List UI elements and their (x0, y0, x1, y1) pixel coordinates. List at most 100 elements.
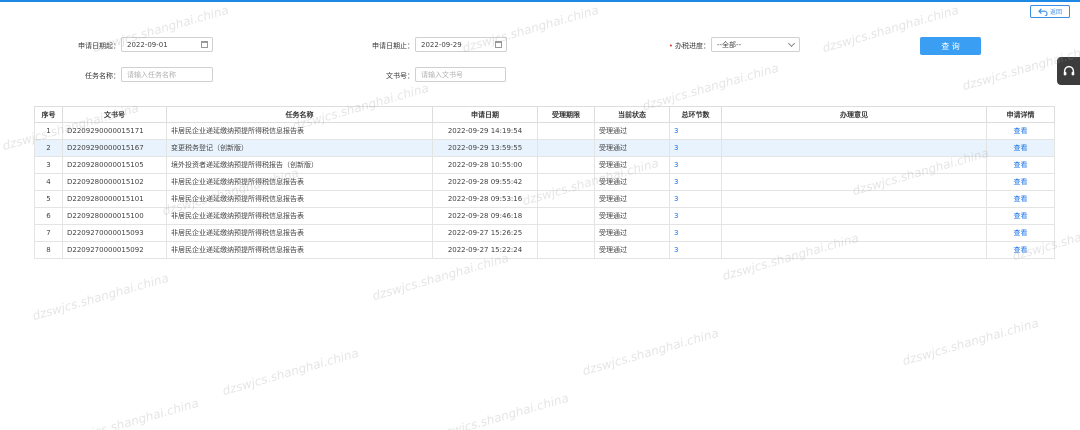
status-select-value: --全部-- (717, 40, 742, 49)
table-header-row: 序号 文书号 任务名称 申请日期 受理期限 当前状态 总环节数 办理意见 申请详… (34, 106, 1055, 123)
cell-status: 受理通过 (594, 122, 670, 140)
support-widget[interactable] (1057, 57, 1080, 85)
doc-no-input[interactable]: 请输入文书号 (415, 67, 506, 82)
back-button[interactable]: 返回 (1030, 5, 1070, 18)
start-date-field[interactable]: 2022-09-01 (121, 37, 213, 52)
status-select[interactable]: --全部-- (711, 37, 800, 52)
task-name-label: 任务名称： (85, 72, 120, 80)
start-date-label: 申请日期起： (78, 42, 120, 50)
cell-opinion (721, 156, 987, 174)
cell-date: 2022-09-27 15:26:25 (432, 224, 538, 242)
end-date-label: 申请日期止： (372, 42, 414, 50)
cell-task: 非居民企业递延缴纳预提所得税信息报告表 (166, 207, 433, 225)
cell-no: 5 (34, 190, 63, 208)
cell-doc: D2209280000015105 (62, 156, 167, 174)
cell-deadline (537, 122, 595, 140)
cell-doc: D2209270000015092 (62, 241, 167, 259)
table-row[interactable]: 1 D2209290000015171 非居民企业递延缴纳预提所得税信息报告表 202… (34, 122, 1055, 140)
column-header: 申请日期 (432, 106, 538, 123)
cell-no: 4 (34, 173, 63, 191)
column-header: 申请详情 (986, 106, 1055, 123)
results-table: 序号 文书号 任务名称 申请日期 受理期限 当前状态 总环节数 办理意见 申请详… (34, 106, 1055, 259)
cell-date: 2022-09-28 09:53:16 (432, 190, 538, 208)
back-label: 返回 (1049, 9, 1062, 16)
cell-date: 2022-09-28 09:55:42 (432, 173, 538, 191)
view-detail-link[interactable]: 查看 (986, 156, 1055, 174)
table-row[interactable]: 7 D2209270000015093 非居民企业递延缴纳预提所得税信息报告表 202… (34, 224, 1055, 242)
cell-deadline (537, 139, 595, 157)
table-row[interactable]: 2 D2209290000015167 变更税务登记（创新版） 2022-09-29 … (34, 139, 1055, 157)
cell-opinion (721, 224, 987, 242)
cell-doc: D2209280000015100 (62, 207, 167, 225)
view-detail-link[interactable]: 查看 (986, 122, 1055, 140)
cell-task: 变更税务登记（创新版） (166, 139, 433, 157)
watermark-text: dzswjcs.shanghai.china (30, 270, 171, 324)
view-detail-link[interactable]: 查看 (986, 224, 1055, 242)
cell-date: 2022-09-27 15:22:24 (432, 241, 538, 259)
column-header: 当前状态 (594, 106, 670, 123)
view-detail-link[interactable]: 查看 (986, 173, 1055, 191)
column-header: 受理期限 (537, 106, 595, 123)
cell-deadline (537, 224, 595, 242)
cell-steps: 3 (669, 224, 722, 242)
cell-steps: 3 (669, 156, 722, 174)
cell-steps: 3 (669, 173, 722, 191)
cell-opinion (721, 207, 987, 225)
cell-status: 受理通过 (594, 224, 670, 242)
task-name-input[interactable]: 请输入任务名称 (121, 67, 213, 82)
cell-opinion (721, 173, 987, 191)
table-row[interactable]: 4 D2209280000015102 非居民企业递延缴纳预提所得税信息报告表 202… (34, 173, 1055, 191)
cell-task: 非居民企业递延缴纳预提所得税信息报告表 (166, 241, 433, 259)
cell-task: 非居民企业递延缴纳预提所得税信息报告表 (166, 122, 433, 140)
calendar-icon[interactable] (495, 41, 502, 48)
status-label: • 办税进度： (668, 42, 710, 50)
cell-date: 2022-09-29 14:19:54 (432, 122, 538, 140)
cell-deadline (537, 207, 595, 225)
cell-date: 2022-09-28 09:46:18 (432, 207, 538, 225)
end-date-field[interactable]: 2022-09-29 (415, 37, 507, 52)
table-row[interactable]: 8 D2209270000015092 非居民企业递延缴纳预提所得税信息报告表 202… (34, 241, 1055, 259)
cell-no: 8 (34, 241, 63, 259)
table-row[interactable]: 5 D2209280000015101 非居民企业递延缴纳预提所得税信息报告表 202… (34, 190, 1055, 208)
watermark-text: dzswjcs.shanghai.china (220, 345, 361, 399)
cell-no: 1 (34, 122, 63, 140)
column-header: 任务名称 (166, 106, 433, 123)
watermark-text: dzswjcs.shanghai.china (580, 325, 721, 379)
cell-status: 受理通过 (594, 156, 670, 174)
cell-doc: D2209280000015101 (62, 190, 167, 208)
task-name-placeholder: 请输入任务名称 (127, 70, 176, 79)
back-arrow-icon (1038, 7, 1048, 16)
cell-deadline (537, 156, 595, 174)
cell-task: 非居民企业递延缴纳预提所得税信息报告表 (166, 190, 433, 208)
cell-deadline (537, 190, 595, 208)
cell-doc: D2209280000015102 (62, 173, 167, 191)
cell-steps: 3 (669, 207, 722, 225)
cell-opinion (721, 139, 987, 157)
view-detail-link[interactable]: 查看 (986, 190, 1055, 208)
table-row[interactable]: 3 D2209280000015105 境外投资者递延缴纳预提所得税报告（创新版） 2… (34, 156, 1055, 174)
query-button[interactable]: 查 询 (920, 37, 981, 55)
view-detail-link[interactable]: 查看 (986, 139, 1055, 157)
column-header: 文书号 (62, 106, 167, 123)
end-date-value: 2022-09-29 (421, 40, 462, 49)
cell-date: 2022-09-29 13:59:55 (432, 139, 538, 157)
cell-date: 2022-09-28 10:55:00 (432, 156, 538, 174)
cell-doc: D2209290000015171 (62, 122, 167, 140)
cell-status: 受理通过 (594, 139, 670, 157)
watermark-text: dzswjcs.shanghai.china (900, 315, 1041, 369)
table-row[interactable]: 6 D2209280000015100 非居民企业递延缴纳预提所得税信息报告表 202… (34, 207, 1055, 225)
cell-status: 受理通过 (594, 241, 670, 259)
cell-status: 受理通过 (594, 173, 670, 191)
view-detail-link[interactable]: 查看 (986, 207, 1055, 225)
column-header: 序号 (34, 106, 63, 123)
watermark-text: dzswjcs.shanghai.china (60, 395, 201, 430)
doc-no-label: 文书号： (386, 72, 414, 80)
cell-steps: 3 (669, 241, 722, 259)
view-detail-link[interactable]: 查看 (986, 241, 1055, 259)
cell-deadline (537, 241, 595, 259)
column-header: 总环节数 (669, 106, 722, 123)
chevron-down-icon (787, 39, 796, 48)
cell-no: 6 (34, 207, 63, 225)
cell-steps: 3 (669, 122, 722, 140)
calendar-icon[interactable] (201, 41, 208, 48)
